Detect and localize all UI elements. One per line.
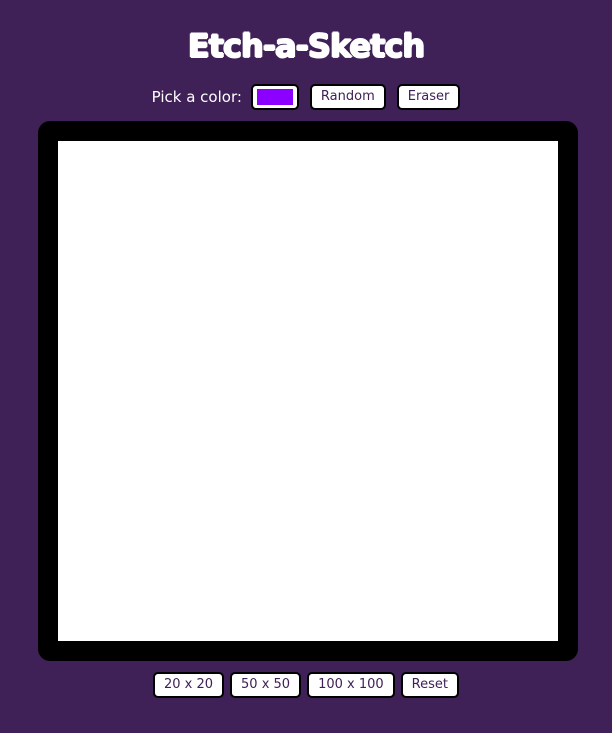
grid-20-button[interactable]: 20 x 20: [152, 672, 225, 698]
eraser-button[interactable]: Eraser: [396, 84, 461, 110]
page-title: Etch-a-Sketch: [187, 27, 425, 65]
grid-100-button[interactable]: 100 x 100: [307, 672, 395, 698]
sketch-frame: [38, 121, 578, 661]
selected-color-swatch: [256, 89, 293, 105]
pick-color-label: Pick a color:: [151, 88, 242, 106]
color-picker-button[interactable]: [250, 84, 299, 110]
app-page: Etch-a-Sketch Pick a color: Random Erase…: [0, 0, 612, 733]
color-controls: Pick a color: Random Eraser: [0, 84, 612, 110]
random-button[interactable]: Random: [309, 84, 386, 110]
grid-50-button[interactable]: 50 x 50: [230, 672, 302, 698]
drawing-canvas[interactable]: [58, 141, 558, 641]
reset-button[interactable]: Reset: [400, 672, 459, 698]
grid-size-controls: 20 x 20 50 x 50 100 x 100 Reset: [0, 672, 612, 698]
